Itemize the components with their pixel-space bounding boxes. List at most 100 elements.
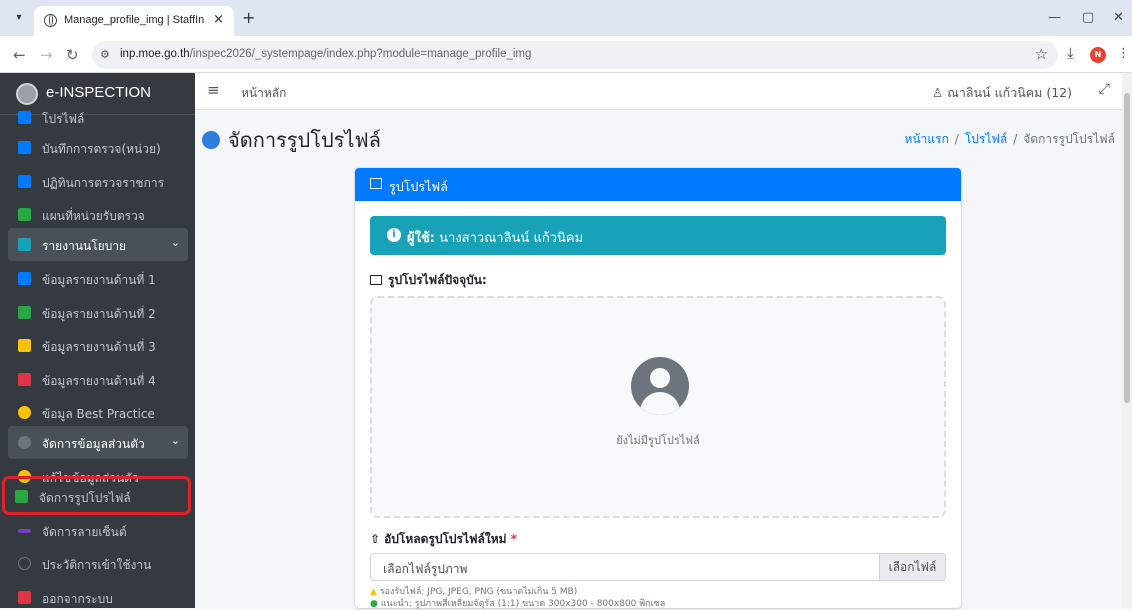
url-domain: inp.moe.go.th [120, 48, 190, 60]
top-navbar: ≡ หน้าหลัก ♙ ณาลินน์ แก้วนิคม (12) ⤢ [195, 73, 1122, 110]
sidebar-item-login-history[interactable]: ประวัติการเข้าใช้งาน [8, 547, 188, 580]
page-scrollbar[interactable] [1122, 73, 1132, 608]
sidebar-item-map[interactable]: แผนที่หน่วยรับตรวจ [8, 198, 188, 231]
chevron-down-icon: ⌄ [170, 434, 180, 447]
bookmark-star-icon[interactable]: ☆ [1035, 45, 1048, 63]
sidebar-item-report-1[interactable]: ข้อมูลรายงานด้านที่ 1 [8, 262, 188, 295]
info-icon: i [387, 228, 401, 242]
sidebar-item-label: ข้อมูลรายงานด้านที่ 3 [42, 340, 156, 354]
fullscreen-icon[interactable]: ⤢ [1099, 81, 1110, 97]
restore-icon[interactable]: ▢ [1082, 10, 1094, 25]
document-icon [18, 238, 31, 251]
globe-icon [44, 14, 57, 27]
url-path: /inspec2026/_systempage/index.php?module… [189, 48, 532, 60]
user-name: ณาลินน์ แก้วนิคม (12) [947, 85, 1072, 100]
sidebar-item-best-practice[interactable]: ข้อมูล Best Practice [8, 396, 188, 429]
profile-image-card: รูปโปรไฟล์ i ผู้ใช้: นางสาวณาลินน์ แก้วน… [355, 168, 961, 609]
sidebar-item-manage-signature[interactable]: จัดการลายเซ็นต์ [8, 514, 188, 547]
calendar-icon [18, 175, 31, 188]
card-header: รูปโปรไฟล์ [355, 168, 961, 201]
avatar-body [640, 392, 680, 415]
url-input[interactable]: ⚙ inp.moe.go.th/inspec2026/_systempage/i… [92, 41, 1058, 69]
user-info-alert: i ผู้ใช้: นางสาวณาลินน์ แก้วนิคม [370, 216, 946, 255]
site-info-icon[interactable]: ⚙ [100, 48, 110, 61]
tab-search-icon[interactable]: ▾ [8, 8, 30, 28]
current-image-label-text: รูปโปรไฟล์ปัจจุบัน: [388, 273, 487, 287]
profile-avatar[interactable]: N [1090, 47, 1106, 63]
sidebar-item-label: แผนที่หน่วยรับตรวจ [42, 209, 145, 223]
current-image-preview: ยังไม่มีรูปโปรไฟล์ [370, 296, 946, 518]
sidebar-item-label: จัดการข้อมูลส่วนตัว [42, 437, 145, 451]
avatar-head [650, 368, 670, 388]
url-text: inp.moe.go.th/inspec2026/_systempage/ind… [120, 48, 531, 60]
brand-text: e-INSPECTION [46, 84, 152, 101]
file-input[interactable]: เลือกไฟล์รูปภาพ เลือกไฟล์ [370, 553, 946, 581]
breadcrumb-home[interactable]: หน้าแรก [904, 132, 948, 146]
alert-value: นางสาวณาลินน์ แก้วนิคม [439, 231, 584, 246]
sidebar-item-report-4[interactable]: ข้อมูลรายงานด้านที่ 4 [8, 363, 188, 396]
sidebar-item-calendar[interactable]: ปฏิทินการตรวจราชการ [8, 165, 188, 198]
sidebar-item-logout[interactable]: ออกจากระบบ [8, 581, 188, 608]
scrollbar-thumb[interactable] [1124, 93, 1130, 403]
sidebar-item-label: โปรไฟล์ [42, 112, 85, 126]
address-bar: ← → ↻ ⚙ inp.moe.go.th/inspec2026/_system… [0, 36, 1132, 73]
image-icon [15, 490, 28, 503]
more-menu-icon[interactable]: ⋮ [1117, 46, 1130, 61]
page-title-text: จัดการรูปโปรไฟล์ [228, 128, 381, 152]
new-tab-button[interactable]: + [242, 8, 255, 27]
signature-icon [18, 529, 31, 533]
sidebar-group-policy-report[interactable]: รายงานนโยบาย ⌄ [8, 228, 188, 261]
sign-out-icon [18, 591, 31, 604]
no-profile-text: ยังไม่มีรูปโปรไฟล์ [616, 434, 700, 447]
browse-button[interactable]: เลือกไฟล์ [879, 554, 945, 580]
sidebar-item-label: ข้อมูลรายงานด้านที่ 4 [42, 374, 156, 388]
upload-label: ⇧ อัปโหลดรูปโปรไฟล์ใหม่ * [370, 530, 517, 549]
sidebar-item-label: ข้อมูลรายงานด้านที่ 1 [42, 273, 156, 287]
alert-text: ผู้ใช้: นางสาวณาลินน์ แก้วนิคม [407, 227, 583, 248]
sidebar-item-label: จัดการรูปโปรไฟล์ [39, 491, 131, 505]
sidebar-item-manage-profile-image[interactable]: จัดการรูปโปรไฟล์ [2, 476, 191, 515]
breadcrumb-separator: / [1013, 132, 1018, 146]
award-icon [18, 406, 31, 419]
sidebar-item-label: ออกจากระบบ [42, 592, 113, 606]
sidebar-item-label: ข้อมูลรายงานด้านที่ 2 [42, 307, 156, 321]
sidebar-item-report-2[interactable]: ข้อมูลรายงานด้านที่ 2 [8, 296, 188, 329]
nav-home-link[interactable]: หน้าหลัก [241, 84, 286, 103]
file-icon [18, 306, 31, 319]
required-mark: * [510, 532, 517, 546]
page-title: จัดการรูปโปรไฟล์ [202, 124, 381, 156]
download-icon[interactable]: ⤓ [1067, 44, 1074, 62]
alert-label: ผู้ใช้: [407, 231, 435, 246]
tab-close-icon[interactable]: × [213, 12, 224, 27]
sidebar-item-label: ประวัติการเข้าใช้งาน [42, 558, 152, 572]
upload-icon: ⇧ [370, 532, 381, 546]
default-avatar-icon [631, 357, 689, 415]
browser-tab[interactable]: Manage_profile_img | StaffInsp × [34, 6, 234, 36]
file-input-placeholder: เลือกไฟล์รูปภาพ [383, 562, 468, 576]
cogs-icon [18, 436, 31, 449]
sidebar-item-inspection-record[interactable]: บันทึกการตรวจ(หน่วย) [8, 131, 188, 164]
hamburger-menu-icon[interactable]: ≡ [207, 81, 220, 99]
reload-icon[interactable]: ↻ [66, 46, 79, 64]
image-icon [370, 178, 382, 189]
users-icon [18, 141, 31, 154]
history-icon [18, 557, 31, 570]
user-icon [18, 111, 31, 124]
sidebar-item-report-3[interactable]: ข้อมูลรายงานด้านที่ 3 [8, 329, 188, 362]
minimize-icon[interactable]: — [1048, 10, 1061, 25]
window-close-icon[interactable]: ✕ [1113, 10, 1124, 25]
browser-window: ▾ Manage_profile_img | StaffInsp × + — ▢… [0, 0, 1132, 609]
sidebar-item-label: จัดการลายเซ็นต์ [42, 525, 127, 539]
back-arrow-icon[interactable]: ← [13, 46, 26, 64]
forward-arrow-icon[interactable]: → [40, 46, 53, 64]
upload-label-text: อัปโหลดรูปโปรไฟล์ใหม่ [384, 532, 507, 546]
breadcrumb-profile[interactable]: โปรไฟล์ [965, 132, 1007, 146]
sidebar: e-INSPECTION โปรไฟล์ บันทึกการตรวจ(หน่วย… [0, 73, 195, 608]
breadcrumb: หน้าแรก / โปรไฟล์ / จัดการรูปโปรไฟล์ [904, 130, 1115, 149]
map-icon [18, 208, 31, 221]
user-menu[interactable]: ♙ ณาลินน์ แก้วนิคม (12) [932, 83, 1072, 103]
sidebar-group-personal-data[interactable]: จัดการข้อมูลส่วนตัว ⌄ [8, 426, 188, 459]
file-icon [18, 339, 31, 352]
current-image-label: รูปโปรไฟล์ปัจจุบัน: [370, 271, 487, 290]
sidebar-item-profile[interactable]: โปรไฟล์ [8, 101, 188, 134]
